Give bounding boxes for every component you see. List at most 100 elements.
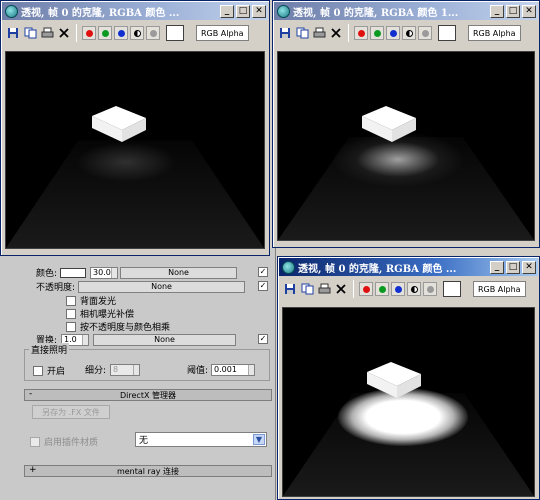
green-channel-icon	[373, 29, 381, 37]
window-title-bar[interactable]: 透视, 帧 0 的克隆, RGBA 颜色 1... _ □ ✕	[274, 2, 538, 20]
alpha-icon	[421, 29, 429, 37]
close-button[interactable]: ✕	[522, 260, 536, 274]
backface-label: 背面发光	[80, 297, 117, 307]
rollout-expand-icon: +	[29, 465, 37, 475]
minimize-button[interactable]: _	[490, 4, 504, 18]
mentalray-rollout-header[interactable]: + mental ray 连接	[24, 465, 272, 477]
red-channel-toggle[interactable]	[354, 26, 368, 40]
red-channel-toggle[interactable]	[359, 282, 373, 296]
directx-rollout-header[interactable]: - DirectX 管理器	[24, 389, 272, 401]
channel-select[interactable]: RGB Alpha	[468, 25, 521, 41]
green-channel-icon	[378, 285, 386, 293]
green-channel-toggle[interactable]	[375, 282, 389, 296]
rollout-collapse-icon: -	[29, 389, 33, 399]
mono-icon	[410, 285, 418, 293]
save-icon[interactable]	[6, 26, 20, 40]
clear-icon[interactable]	[57, 26, 71, 40]
color-swatch[interactable]	[166, 25, 184, 41]
camera-exposure-checkbox[interactable]	[66, 308, 76, 319]
copy-icon[interactable]	[23, 26, 37, 40]
close-button[interactable]: ✕	[252, 4, 266, 18]
plugin-material-select[interactable]: 无 ▼	[135, 432, 267, 447]
direct-light-enable-label: 开启	[47, 367, 66, 377]
color-label: 颜色:	[36, 269, 58, 279]
render-toolbar: RGB Alpha	[3, 21, 267, 45]
chevron-down-icon: ▼	[253, 434, 265, 445]
red-channel-icon	[362, 285, 370, 293]
save-icon[interactable]	[278, 26, 292, 40]
threshold-spinner[interactable]: 0.001	[211, 363, 256, 376]
render-viewport	[5, 51, 265, 249]
save-icon[interactable]	[283, 282, 297, 296]
displace-map-checkbox[interactable]: ✓	[258, 334, 268, 344]
red-channel-toggle[interactable]	[82, 26, 96, 40]
plugin-select-value: 无	[139, 436, 149, 446]
print-icon[interactable]	[40, 26, 54, 40]
maximize-button[interactable]: □	[506, 260, 520, 274]
opacity-map-checkbox[interactable]: ✓	[258, 281, 268, 291]
copy-icon[interactable]	[300, 282, 314, 296]
color-swatch[interactable]	[443, 281, 461, 297]
subdiv-spinner[interactable]: 8	[110, 363, 141, 376]
direct-light-enable-checkbox[interactable]	[33, 365, 43, 376]
directx-rollout-title: DirectX 管理器	[120, 390, 176, 400]
opacity-map-button[interactable]: None	[78, 280, 246, 293]
alpha-toggle[interactable]	[423, 282, 437, 296]
color-spinner[interactable]: 30.0	[90, 266, 119, 279]
channel-select[interactable]: RGB Alpha	[473, 281, 526, 297]
red-channel-icon	[85, 29, 93, 37]
blue-channel-icon	[117, 29, 125, 37]
clear-icon[interactable]	[334, 282, 348, 296]
save-fx-button[interactable]: 另存为 .FX 文件	[32, 405, 110, 419]
print-icon[interactable]	[317, 282, 331, 296]
toolbar-separator	[348, 24, 349, 42]
window-title-bar[interactable]: 透视, 帧 0 的克隆, RGBA 颜色 ... _ □ ✕	[2, 2, 268, 20]
glowing-box	[92, 106, 146, 142]
render-viewport	[277, 51, 535, 241]
print-icon[interactable]	[312, 26, 326, 40]
backface-checkbox[interactable]	[66, 295, 76, 306]
green-channel-toggle[interactable]	[370, 26, 384, 40]
blue-channel-toggle[interactable]	[386, 26, 400, 40]
window-title: 透视, 帧 0 的克隆, RGBA 颜色 1...	[293, 7, 459, 19]
copy-icon[interactable]	[295, 26, 309, 40]
enable-plugin-checkbox[interactable]	[30, 436, 40, 447]
mentalray-rollout-title: mental ray 连接	[116, 466, 180, 476]
maximize-button[interactable]: □	[236, 4, 250, 18]
red-channel-icon	[357, 29, 365, 37]
minimize-button[interactable]: _	[220, 4, 234, 18]
direct-light-group-title: 直接照明	[29, 343, 70, 356]
render-window-3: 透视, 帧 0 的克隆, RGBA 颜色 ... _ □ ✕ RGB Alpha	[277, 256, 540, 500]
displace-map-button[interactable]: None	[93, 333, 237, 346]
subdiv-label: 细分:	[85, 366, 107, 376]
green-channel-icon	[101, 29, 109, 37]
mono-toggle[interactable]	[407, 282, 421, 296]
close-button[interactable]: ✕	[522, 4, 536, 18]
app-icon	[282, 260, 295, 274]
opacity-label: 不透明度:	[36, 283, 76, 293]
mono-toggle[interactable]	[402, 26, 416, 40]
alpha-toggle[interactable]	[146, 26, 160, 40]
mono-toggle[interactable]	[130, 26, 144, 40]
blue-channel-icon	[394, 285, 402, 293]
render-toolbar: RGB Alpha	[275, 21, 537, 45]
channel-select[interactable]: RGB Alpha	[196, 25, 249, 41]
minimize-button[interactable]: _	[490, 260, 504, 274]
green-channel-toggle[interactable]	[98, 26, 112, 40]
color-swatch[interactable]	[438, 25, 456, 41]
render-toolbar: RGB Alpha	[280, 277, 537, 301]
maximize-button[interactable]: □	[506, 4, 520, 18]
window-title-bar[interactable]: 透视, 帧 0 的克隆, RGBA 颜色 ... _ □ ✕	[279, 258, 538, 276]
color-map-button[interactable]: None	[120, 266, 238, 279]
light-glow	[76, 142, 176, 182]
clear-icon[interactable]	[329, 26, 343, 40]
mono-icon	[133, 29, 141, 37]
opacity-multiply-checkbox[interactable]	[66, 321, 76, 332]
opacity-multiply-label: 按不透明度与颜色相乘	[80, 323, 171, 333]
blue-channel-toggle[interactable]	[114, 26, 128, 40]
color-swatch[interactable]	[60, 267, 87, 278]
color-map-checkbox[interactable]: ✓	[258, 267, 268, 277]
alpha-toggle[interactable]	[418, 26, 432, 40]
toolbar-separator	[76, 24, 77, 42]
blue-channel-toggle[interactable]	[391, 282, 405, 296]
